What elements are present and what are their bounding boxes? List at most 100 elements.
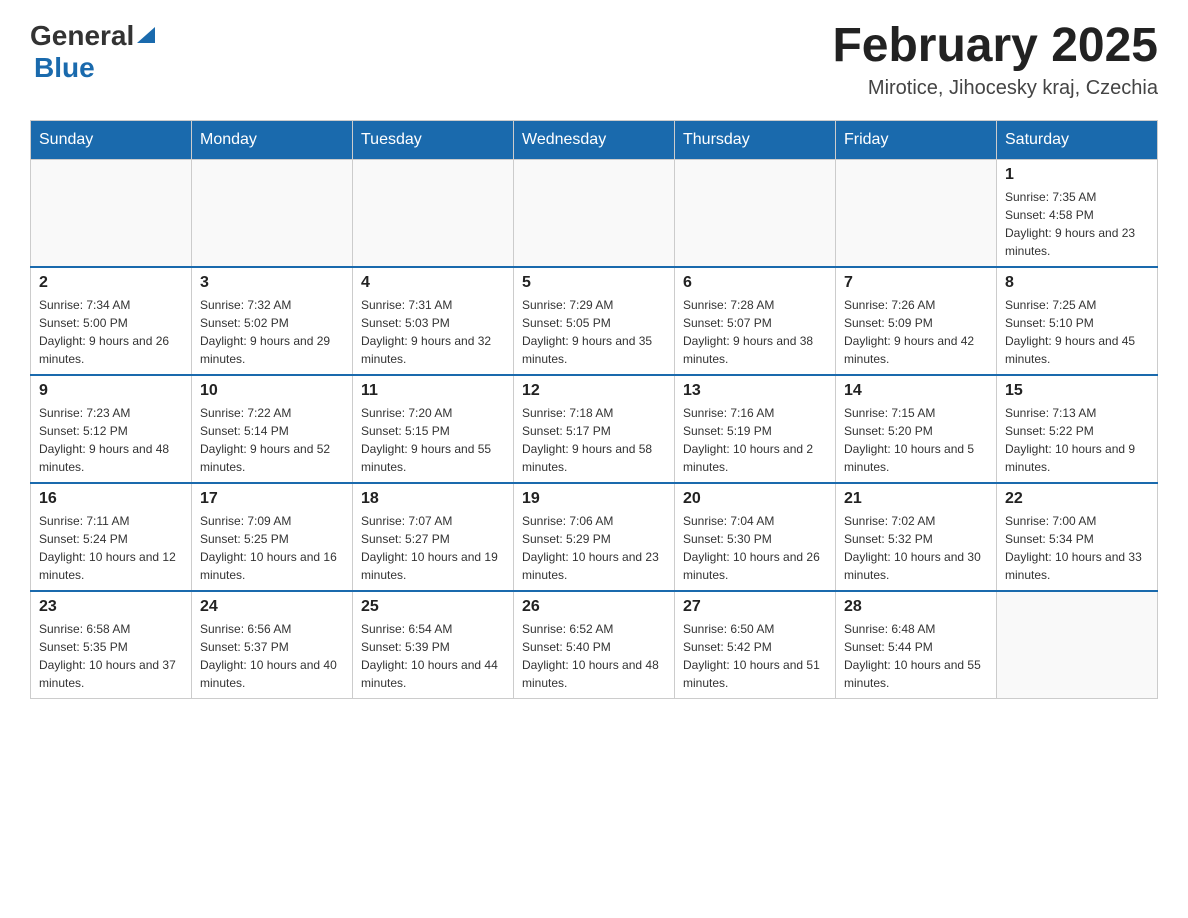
- calendar-day-cell: 3 Sunrise: 7:32 AMSunset: 5:02 PMDaylight…: [192, 267, 353, 375]
- calendar-day-cell: 27 Sunrise: 6:50 AMSunset: 5:42 PMDayligh…: [675, 591, 836, 699]
- weekday-header-tuesday: Tuesday: [353, 120, 514, 159]
- calendar-day-cell: 6 Sunrise: 7:28 AMSunset: 5:07 PMDaylight…: [675, 267, 836, 375]
- day-number: 25: [361, 598, 505, 616]
- day-number: 10: [200, 382, 344, 400]
- weekday-header-wednesday: Wednesday: [514, 120, 675, 159]
- day-number: 7: [844, 274, 988, 292]
- day-info: Sunrise: 7:25 AMSunset: 5:10 PMDaylight:…: [1005, 296, 1149, 368]
- calendar-day-cell: [836, 159, 997, 267]
- calendar-day-cell: 11 Sunrise: 7:20 AMSunset: 5:15 PMDayligh…: [353, 375, 514, 483]
- day-number: 11: [361, 382, 505, 400]
- day-info: Sunrise: 6:58 AMSunset: 5:35 PMDaylight:…: [39, 620, 183, 692]
- calendar-day-cell: [192, 159, 353, 267]
- day-number: 9: [39, 382, 183, 400]
- calendar-day-cell: 5 Sunrise: 7:29 AMSunset: 5:05 PMDaylight…: [514, 267, 675, 375]
- day-number: 24: [200, 598, 344, 616]
- logo-general-text: General: [30, 20, 134, 52]
- day-info: Sunrise: 7:31 AMSunset: 5:03 PMDaylight:…: [361, 296, 505, 368]
- day-info: Sunrise: 7:11 AMSunset: 5:24 PMDaylight:…: [39, 512, 183, 584]
- calendar-day-cell: 1 Sunrise: 7:35 AMSunset: 4:58 PMDaylight…: [997, 159, 1158, 267]
- day-number: 18: [361, 490, 505, 508]
- day-info: Sunrise: 7:13 AMSunset: 5:22 PMDaylight:…: [1005, 404, 1149, 476]
- day-number: 3: [200, 274, 344, 292]
- logo-blue-text: Blue: [34, 52, 95, 83]
- calendar-day-cell: 17Sunrise: 7:09 AMSunset: 5:25 PMDayligh…: [192, 483, 353, 591]
- calendar-day-cell: 20 Sunrise: 7:04 AMSunset: 5:30 PMDayligh…: [675, 483, 836, 591]
- calendar-day-cell: 25 Sunrise: 6:54 AMSunset: 5:39 PMDayligh…: [353, 591, 514, 699]
- calendar-week-row: 16 Sunrise: 7:11 AMSunset: 5:24 PMDayligh…: [31, 483, 1158, 591]
- day-number: 20: [683, 490, 827, 508]
- weekday-header-thursday: Thursday: [675, 120, 836, 159]
- day-info: Sunrise: 6:48 AMSunset: 5:44 PMDaylight:…: [844, 620, 988, 692]
- calendar-day-cell: 4 Sunrise: 7:31 AMSunset: 5:03 PMDaylight…: [353, 267, 514, 375]
- calendar-day-cell: 8 Sunrise: 7:25 AMSunset: 5:10 PMDaylight…: [997, 267, 1158, 375]
- day-info: Sunrise: 7:15 AMSunset: 5:20 PMDaylight:…: [844, 404, 988, 476]
- day-info: Sunrise: 7:23 AMSunset: 5:12 PMDaylight:…: [39, 404, 183, 476]
- calendar-day-cell: [675, 159, 836, 267]
- logo: General Blue: [30, 20, 155, 84]
- title-section: February 2025 Mirotice, Jihocesky kraj, …: [832, 20, 1158, 100]
- calendar-day-cell: 7Sunrise: 7:26 AMSunset: 5:09 PMDaylight…: [836, 267, 997, 375]
- day-info: Sunrise: 7:18 AMSunset: 5:17 PMDaylight:…: [522, 404, 666, 476]
- day-number: 16: [39, 490, 183, 508]
- logo-triangle-icon: [137, 27, 155, 48]
- day-number: 8: [1005, 274, 1149, 292]
- calendar-week-row: 1 Sunrise: 7:35 AMSunset: 4:58 PMDaylight…: [31, 159, 1158, 267]
- calendar-day-cell: 12 Sunrise: 7:18 AMSunset: 5:17 PMDayligh…: [514, 375, 675, 483]
- day-number: 5: [522, 274, 666, 292]
- day-info: Sunrise: 7:09 AMSunset: 5:25 PMDaylight:…: [200, 512, 344, 584]
- day-number: 14: [844, 382, 988, 400]
- day-number: 26: [522, 598, 666, 616]
- calendar-day-cell: 10 Sunrise: 7:22 AMSunset: 5:14 PMDayligh…: [192, 375, 353, 483]
- day-info: Sunrise: 7:20 AMSunset: 5:15 PMDaylight:…: [361, 404, 505, 476]
- day-number: 6: [683, 274, 827, 292]
- day-info: Sunrise: 7:06 AMSunset: 5:29 PMDaylight:…: [522, 512, 666, 584]
- day-info: Sunrise: 7:00 AMSunset: 5:34 PMDaylight:…: [1005, 512, 1149, 584]
- day-number: 22: [1005, 490, 1149, 508]
- day-number: 1: [1005, 166, 1149, 184]
- day-info: Sunrise: 6:54 AMSunset: 5:39 PMDaylight:…: [361, 620, 505, 692]
- day-info: Sunrise: 7:22 AMSunset: 5:14 PMDaylight:…: [200, 404, 344, 476]
- location-title: Mirotice, Jihocesky kraj, Czechia: [832, 77, 1158, 100]
- day-number: 27: [683, 598, 827, 616]
- day-number: 28: [844, 598, 988, 616]
- day-number: 19: [522, 490, 666, 508]
- calendar-day-cell: [31, 159, 192, 267]
- day-info: Sunrise: 7:34 AMSunset: 5:00 PMDaylight:…: [39, 296, 183, 368]
- calendar-day-cell: 28 Sunrise: 6:48 AMSunset: 5:44 PMDayligh…: [836, 591, 997, 699]
- day-info: Sunrise: 7:32 AMSunset: 5:02 PMDaylight:…: [200, 296, 344, 368]
- calendar-table: SundayMondayTuesdayWednesdayThursdayFrid…: [30, 120, 1158, 699]
- calendar-day-cell: 9 Sunrise: 7:23 AMSunset: 5:12 PMDaylight…: [31, 375, 192, 483]
- day-info: Sunrise: 7:02 AMSunset: 5:32 PMDaylight:…: [844, 512, 988, 584]
- calendar-day-cell: 24Sunrise: 6:56 AMSunset: 5:37 PMDayligh…: [192, 591, 353, 699]
- day-info: Sunrise: 7:35 AMSunset: 4:58 PMDaylight:…: [1005, 188, 1149, 260]
- weekday-header-monday: Monday: [192, 120, 353, 159]
- page-header: General Blue February 2025 Mirotice, Jih…: [30, 20, 1158, 100]
- calendar-week-row: 2 Sunrise: 7:34 AMSunset: 5:00 PMDaylight…: [31, 267, 1158, 375]
- day-number: 4: [361, 274, 505, 292]
- calendar-header-row: SundayMondayTuesdayWednesdayThursdayFrid…: [31, 120, 1158, 159]
- calendar-day-cell: 18 Sunrise: 7:07 AMSunset: 5:27 PMDayligh…: [353, 483, 514, 591]
- day-number: 12: [522, 382, 666, 400]
- month-title: February 2025: [832, 20, 1158, 73]
- calendar-day-cell: 16 Sunrise: 7:11 AMSunset: 5:24 PMDayligh…: [31, 483, 192, 591]
- day-info: Sunrise: 7:07 AMSunset: 5:27 PMDaylight:…: [361, 512, 505, 584]
- calendar-week-row: 23 Sunrise: 6:58 AMSunset: 5:35 PMDayligh…: [31, 591, 1158, 699]
- day-info: Sunrise: 6:52 AMSunset: 5:40 PMDaylight:…: [522, 620, 666, 692]
- day-info: Sunrise: 7:29 AMSunset: 5:05 PMDaylight:…: [522, 296, 666, 368]
- day-number: 15: [1005, 382, 1149, 400]
- calendar-day-cell: 13 Sunrise: 7:16 AMSunset: 5:19 PMDayligh…: [675, 375, 836, 483]
- day-number: 2: [39, 274, 183, 292]
- day-info: Sunrise: 6:50 AMSunset: 5:42 PMDaylight:…: [683, 620, 827, 692]
- day-number: 13: [683, 382, 827, 400]
- calendar-day-cell: 15 Sunrise: 7:13 AMSunset: 5:22 PMDayligh…: [997, 375, 1158, 483]
- day-info: Sunrise: 7:16 AMSunset: 5:19 PMDaylight:…: [683, 404, 827, 476]
- day-info: Sunrise: 7:28 AMSunset: 5:07 PMDaylight:…: [683, 296, 827, 368]
- day-info: Sunrise: 7:04 AMSunset: 5:30 PMDaylight:…: [683, 512, 827, 584]
- calendar-day-cell: 19 Sunrise: 7:06 AMSunset: 5:29 PMDayligh…: [514, 483, 675, 591]
- calendar-day-cell: [514, 159, 675, 267]
- calendar-day-cell: 14 Sunrise: 7:15 AMSunset: 5:20 PMDayligh…: [836, 375, 997, 483]
- calendar-week-row: 9 Sunrise: 7:23 AMSunset: 5:12 PMDaylight…: [31, 375, 1158, 483]
- calendar-day-cell: 23 Sunrise: 6:58 AMSunset: 5:35 PMDayligh…: [31, 591, 192, 699]
- day-number: 23: [39, 598, 183, 616]
